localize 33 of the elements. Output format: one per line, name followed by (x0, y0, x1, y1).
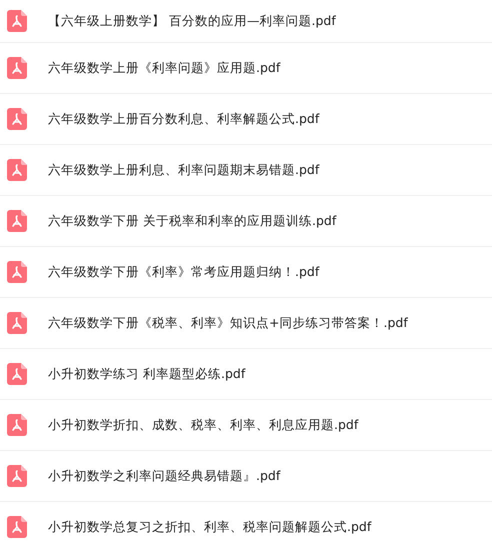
file-name: 【六年级上册数学】 百分数的应用—利率问题.pdf (48, 12, 336, 30)
file-name: 小升初数学之利率问题经典易错题』.pdf (48, 468, 280, 484)
pdf-icon (7, 363, 27, 385)
file-item[interactable]: 六年级数学下册《利率》常考应用题归纳！.pdf (0, 247, 492, 298)
pdf-icon (7, 159, 27, 181)
file-name: 六年级数学下册 关于税率和利率的应用题训练.pdf (48, 212, 336, 230)
file-name: 六年级数学下册《利率》常考应用题归纳！.pdf (48, 264, 320, 280)
pdf-icon (7, 312, 27, 334)
pdf-icon (7, 465, 27, 487)
file-item[interactable]: 【六年级上册数学】 百分数的应用—利率问题.pdf (0, 0, 492, 43)
pdf-icon (7, 108, 27, 130)
file-name: 小升初数学总复习之折扣、利率、税率问题解题公式.pdf (48, 518, 372, 536)
file-item[interactable]: 六年级数学下册 关于税率和利率的应用题训练.pdf (0, 196, 492, 247)
file-item[interactable]: 小升初数学练习 利率题型必练.pdf (0, 349, 492, 400)
file-item[interactable]: 六年级数学上册百分数利息、利率解题公式.pdf (0, 94, 492, 145)
file-item[interactable]: 六年级数学下册《税率、利率》知识点+同步练习带答案！.pdf (0, 298, 492, 349)
file-item[interactable]: 六年级数学上册利息、利率问题期末易错题.pdf (0, 145, 492, 196)
pdf-icon (7, 210, 27, 232)
file-name: 六年级数学下册《税率、利率》知识点+同步练习带答案！.pdf (48, 314, 408, 332)
file-name: 六年级数学上册《利率问题》应用题.pdf (48, 60, 280, 76)
file-item[interactable]: 小升初数学折扣、成数、税率、利率、利息应用题.pdf (0, 400, 492, 451)
file-item[interactable]: 小升初数学总复习之折扣、利率、税率问题解题公式.pdf (0, 502, 492, 552)
pdf-icon (7, 414, 27, 436)
file-name: 六年级数学上册百分数利息、利率解题公式.pdf (48, 110, 320, 128)
file-item[interactable]: 小升初数学之利率问题经典易错题』.pdf (0, 451, 492, 502)
file-name: 小升初数学折扣、成数、税率、利率、利息应用题.pdf (48, 416, 358, 434)
file-name: 六年级数学上册利息、利率问题期末易错题.pdf (48, 162, 320, 178)
pdf-icon (7, 516, 27, 538)
file-item[interactable]: 六年级数学上册《利率问题》应用题.pdf (0, 43, 492, 94)
file-name: 小升初数学练习 利率题型必练.pdf (48, 366, 246, 382)
pdf-icon (7, 10, 27, 32)
pdf-icon (7, 57, 27, 79)
pdf-icon (7, 261, 27, 283)
